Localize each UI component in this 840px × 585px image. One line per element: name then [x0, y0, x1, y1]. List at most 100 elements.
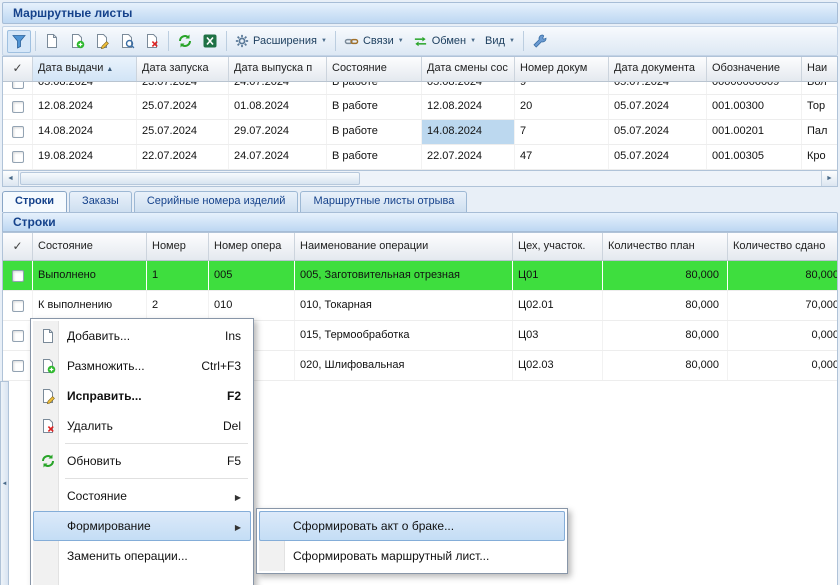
scroll-right-button[interactable] — [821, 171, 837, 186]
column-header-issue-date[interactable]: Дата выдачи — [33, 57, 137, 81]
column-header-doc-number[interactable]: Номер докум — [515, 57, 609, 81]
scroll-left-button[interactable] — [3, 171, 19, 186]
table-cell[interactable]: 22.07.2024 — [137, 145, 229, 169]
table-cell[interactable]: 001.00305 — [707, 145, 802, 169]
table-cell[interactable]: 0,000 — [728, 321, 838, 350]
table-row[interactable]: 05.08.2024 23.07.2024 24.07.2024 В работ… — [3, 82, 837, 95]
row-checkbox[interactable] — [12, 101, 24, 113]
table-cell[interactable]: 9 — [515, 82, 609, 95]
row-checkbox[interactable] — [12, 82, 24, 89]
splitter-collapse-handle[interactable] — [0, 381, 9, 585]
settings-wrench-button[interactable] — [528, 30, 552, 53]
table-cell[interactable]: 005 — [209, 261, 295, 290]
menu-item-add[interactable]: Добавить... Ins — [33, 321, 251, 351]
excel-export-button[interactable] — [198, 30, 222, 53]
horizontal-scrollbar[interactable] — [2, 170, 838, 187]
row-checkbox-cell[interactable] — [3, 120, 33, 144]
table-cell[interactable]: 05.07.2024 — [609, 120, 707, 144]
table-cell[interactable]: Ц02.03 — [513, 351, 603, 380]
table-cell[interactable]: 05.07.2024 — [609, 145, 707, 169]
tab-zakazy[interactable]: Заказы — [69, 191, 132, 212]
table-cell[interactable]: 19.08.2024 — [33, 145, 137, 169]
duplicate-button[interactable] — [65, 30, 89, 53]
row-checkbox[interactable] — [12, 330, 24, 342]
status-cell[interactable]: Выполнено — [33, 261, 147, 290]
row-checkbox-cell[interactable] — [3, 82, 33, 95]
table-cell[interactable]: 24.07.2024 — [229, 145, 327, 169]
row-checkbox[interactable] — [12, 360, 24, 372]
row-checkbox-cell[interactable] — [3, 321, 33, 350]
row-checkbox-cell[interactable] — [3, 291, 33, 320]
table-cell[interactable]: Тор — [802, 95, 838, 119]
table-row[interactable]: 12.08.2024 25.07.2024 01.08.2024 В работ… — [3, 95, 837, 120]
row-checkbox[interactable] — [12, 151, 24, 163]
column-header-state[interactable]: Состояние — [33, 233, 147, 260]
filter-button[interactable] — [7, 30, 31, 53]
table-cell[interactable]: 70,000 — [728, 291, 838, 320]
table-cell[interactable]: Кро — [802, 145, 838, 169]
table-cell[interactable]: 005, Заготовительная отрезная — [295, 261, 513, 290]
table-cell[interactable]: 20 — [515, 95, 609, 119]
table-cell[interactable]: 01.08.2024 — [229, 95, 327, 119]
menu-item-refresh[interactable]: Обновить F5 — [33, 446, 251, 476]
row-checkbox[interactable] — [12, 126, 24, 138]
table-cell[interactable]: 80,000 — [728, 261, 838, 290]
column-header-doc-date[interactable]: Дата документа — [609, 57, 707, 81]
row-checkbox-cell[interactable] — [3, 351, 33, 380]
table-row-done[interactable]: Выполнено 1 005 005, Заготовительная отр… — [3, 261, 837, 291]
table-cell[interactable]: 05.08.2024 — [33, 82, 137, 95]
table-cell[interactable]: Ц01 — [513, 261, 603, 290]
table-cell[interactable]: 0,000 — [728, 351, 838, 380]
menu-item-delete[interactable]: Удалить Del — [33, 411, 251, 441]
view-menu-button[interactable]: Вид — [481, 30, 519, 53]
row-checkbox[interactable] — [12, 300, 24, 312]
delete-button[interactable] — [140, 30, 164, 53]
column-header-plan-quantity[interactable]: Количество план — [603, 233, 728, 260]
tab-route-sheets-tear-off[interactable]: Маршрутные листы отрыва — [300, 191, 467, 212]
table-cell[interactable]: 29.07.2024 — [229, 120, 327, 144]
add-button[interactable] — [40, 30, 64, 53]
table-cell[interactable]: Вол — [802, 82, 837, 95]
menu-item-replace-operations[interactable]: Заменить операции... — [33, 541, 251, 571]
table-cell[interactable]: 23.07.2024 — [137, 82, 229, 95]
table-cell[interactable]: 010 — [209, 291, 295, 320]
table-cell[interactable]: 22.07.2024 — [422, 145, 515, 169]
status-cell[interactable]: К выполнению — [33, 291, 147, 320]
table-cell[interactable]: 12.08.2024 — [422, 95, 515, 119]
column-header-release-date[interactable]: Дата выпуска п — [229, 57, 327, 81]
column-header-workshop[interactable]: Цех, участок. — [513, 233, 603, 260]
table-cell[interactable]: 80,000 — [603, 351, 728, 380]
column-header-number[interactable]: Номер — [147, 233, 209, 260]
table-cell[interactable]: 25.07.2024 — [137, 95, 229, 119]
tab-stroki[interactable]: Строки — [2, 191, 67, 212]
extensions-menu-button[interactable]: Расширения — [231, 30, 331, 53]
table-cell[interactable]: Ц02.01 — [513, 291, 603, 320]
table-row[interactable]: 14.08.2024 25.07.2024 29.07.2024 В работ… — [3, 120, 837, 145]
table-cell[interactable]: 47 — [515, 145, 609, 169]
tab-serial-numbers[interactable]: Серийные номера изделий — [134, 191, 299, 212]
table-cell[interactable]: 010, Токарная — [295, 291, 513, 320]
table-cell[interactable]: В работе — [327, 145, 422, 169]
table-cell[interactable]: 015, Термообработка — [295, 321, 513, 350]
refresh-button[interactable] — [173, 30, 197, 53]
edit-button[interactable] — [90, 30, 114, 53]
table-row[interactable]: К выполнению 2 010 010, Токарная Ц02.01 … — [3, 291, 837, 321]
table-cell[interactable]: Ц03 — [513, 321, 603, 350]
column-header-operation-number[interactable]: Номер опера — [209, 233, 295, 260]
table-row[interactable]: 19.08.2024 22.07.2024 24.07.2024 В работ… — [3, 145, 837, 170]
row-checkbox-cell[interactable] — [3, 261, 33, 290]
exchange-menu-button[interactable]: Обмен — [409, 30, 480, 53]
table-cell[interactable]: 05.07.2024 — [609, 82, 707, 95]
view-button[interactable] — [115, 30, 139, 53]
table-cell[interactable]: 80,000 — [603, 261, 728, 290]
table-cell[interactable]: 020, Шлифовальная — [295, 351, 513, 380]
select-all-header[interactable] — [3, 57, 33, 81]
menu-item-state[interactable]: Состояние — [33, 481, 251, 511]
table-cell[interactable]: 001.00300 — [707, 95, 802, 119]
table-cell[interactable]: 2 — [147, 291, 209, 320]
row-checkbox-cell[interactable] — [3, 95, 33, 119]
table-cell[interactable]: 25.07.2024 — [137, 120, 229, 144]
select-all-header[interactable] — [3, 233, 33, 260]
menu-item-edit[interactable]: Исправить... F2 — [33, 381, 251, 411]
menu-item-duplicate[interactable]: Размножить... Ctrl+F3 — [33, 351, 251, 381]
